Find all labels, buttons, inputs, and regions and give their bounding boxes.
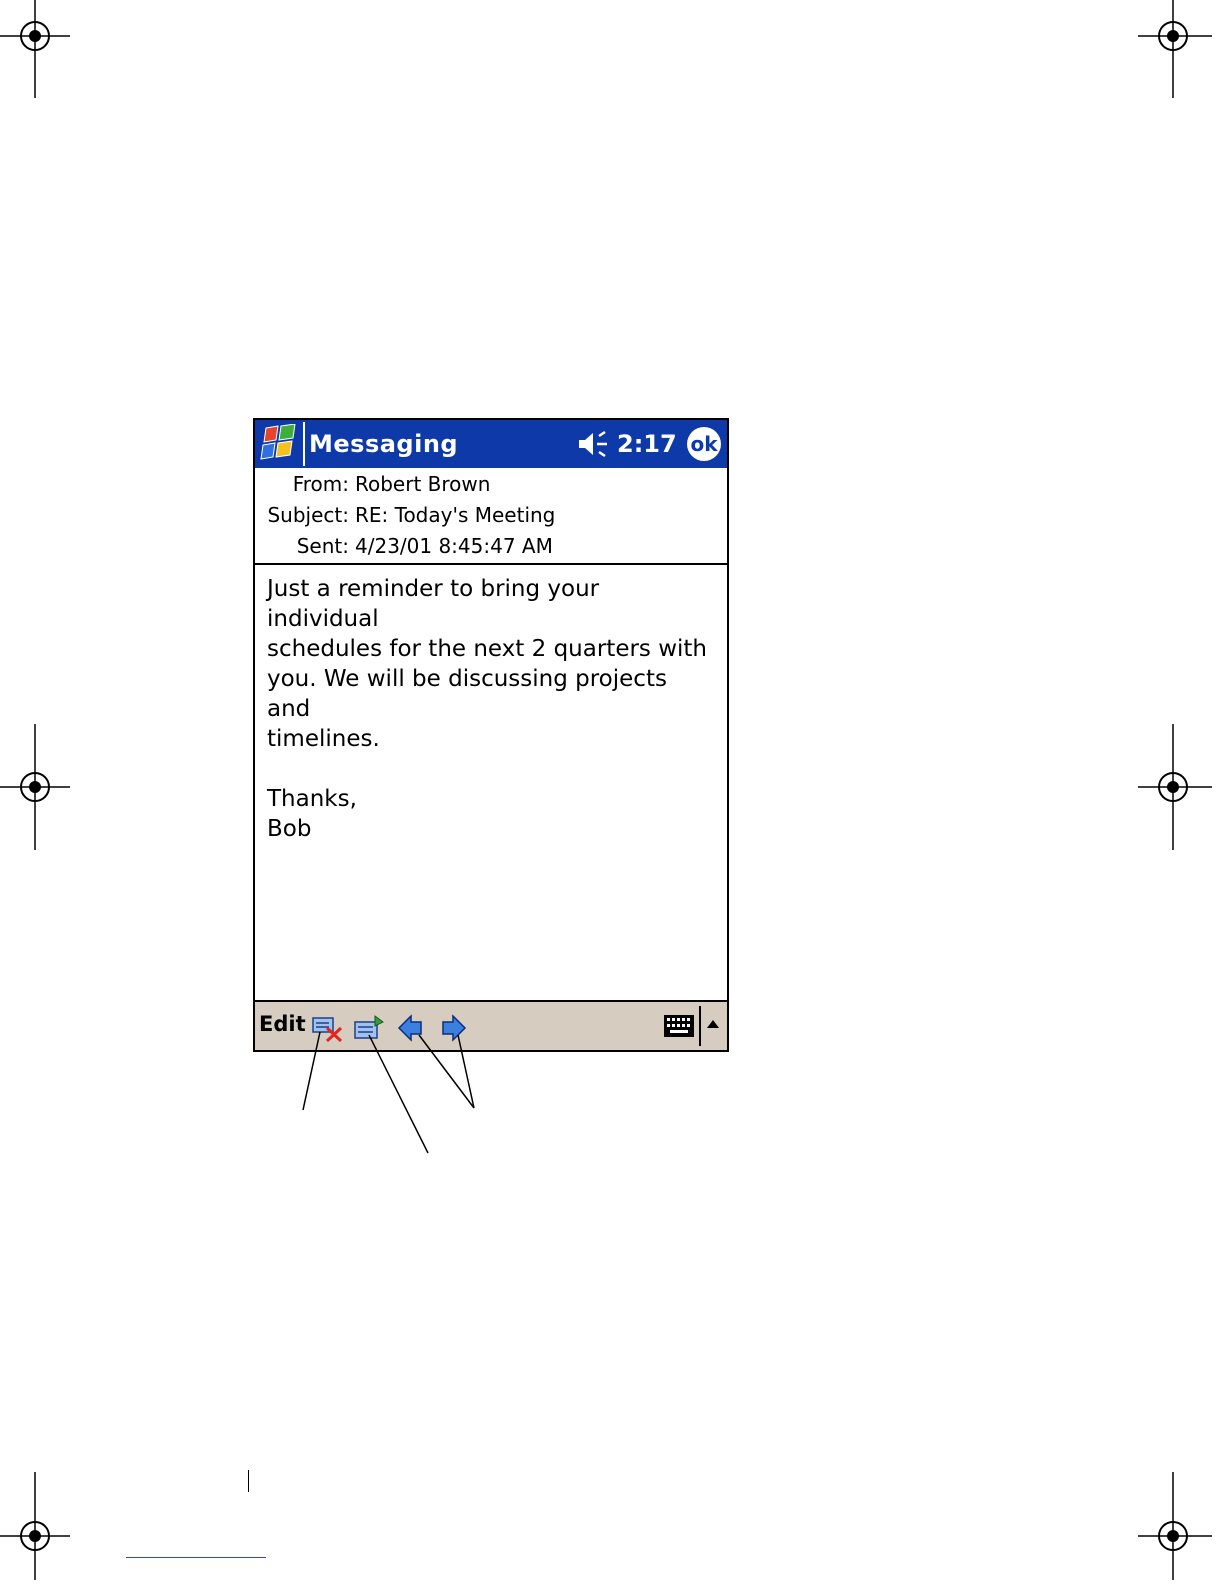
page-margin-tick: [248, 1470, 249, 1492]
callout-leader-lines: [302, 1031, 475, 1154]
footer-rule: [126, 1557, 266, 1558]
